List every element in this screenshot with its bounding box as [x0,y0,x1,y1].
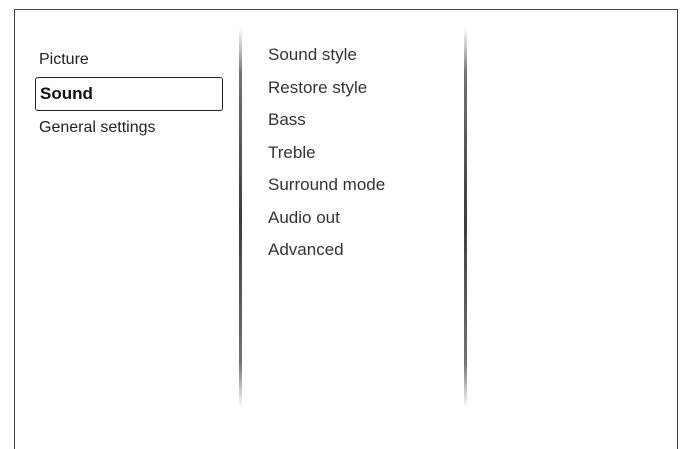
category-item-picture[interactable]: Picture [35,43,223,77]
submenu-item-treble[interactable]: Treble [268,137,385,170]
category-item-general-settings[interactable]: General settings [35,111,223,145]
submenu-item-surround-mode[interactable]: Surround mode [268,169,385,202]
settings-menu-panel: Picture Sound General settings Sound sty… [14,9,678,449]
submenu-item-restore-style[interactable]: Restore style [268,72,385,105]
category-column: Picture Sound General settings [15,10,239,449]
category-list: Picture Sound General settings [35,43,223,145]
options-column [467,10,677,449]
category-item-sound[interactable]: Sound [35,77,223,111]
submenu-item-audio-out[interactable]: Audio out [268,202,385,235]
submenu-item-advanced[interactable]: Advanced [268,234,385,267]
submenu-item-sound-style[interactable]: Sound style [268,39,385,72]
submenu-item-bass[interactable]: Bass [268,104,385,137]
submenu-column: Sound style Restore style Bass Treble Su… [242,10,464,449]
submenu-list: Sound style Restore style Bass Treble Su… [268,39,385,267]
